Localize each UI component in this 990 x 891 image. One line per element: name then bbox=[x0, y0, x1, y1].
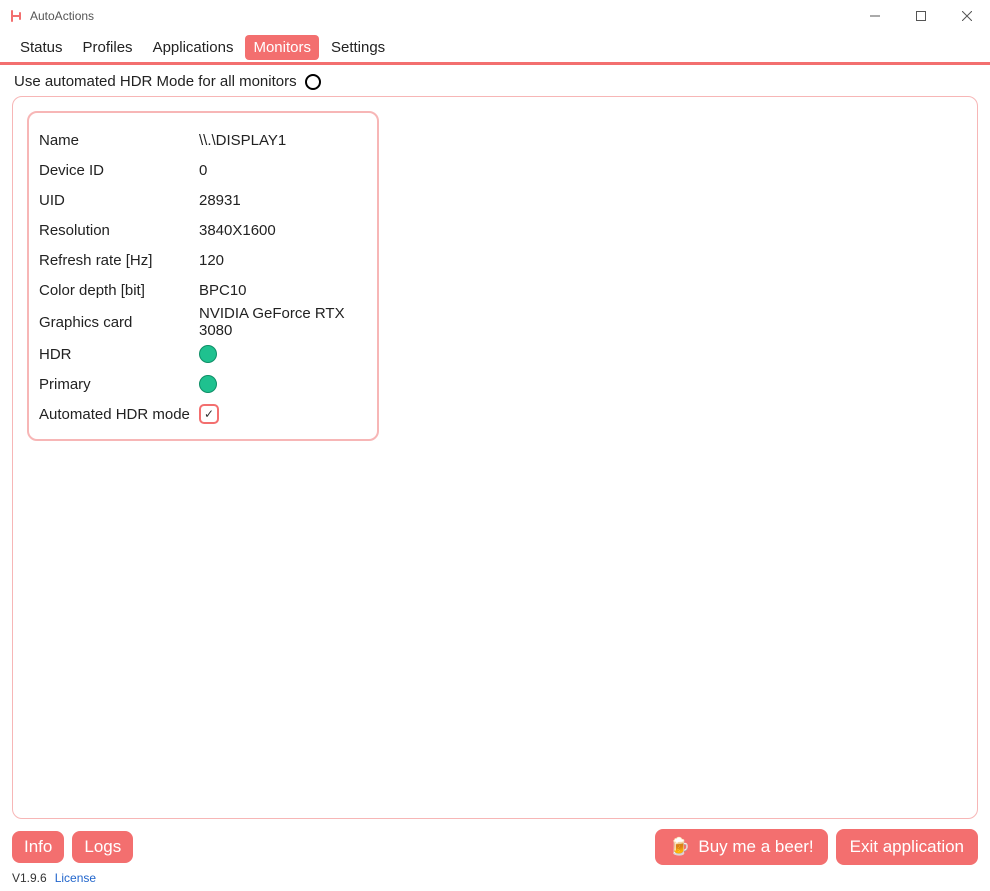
version-label: V1.9.6 bbox=[12, 871, 47, 885]
value-resolution: 3840X1600 bbox=[199, 222, 276, 239]
hdr-all-toggle[interactable] bbox=[305, 74, 321, 90]
row-resolution: Resolution 3840X1600 bbox=[39, 215, 367, 245]
titlebar: AutoActions bbox=[0, 0, 990, 32]
row-uid: UID 28931 bbox=[39, 185, 367, 215]
value-uid: 28931 bbox=[199, 192, 241, 209]
label-device-id: Device ID bbox=[39, 162, 199, 179]
label-primary: Primary bbox=[39, 376, 199, 393]
label-resolution: Resolution bbox=[39, 222, 199, 239]
value-color-depth: BPC10 bbox=[199, 282, 247, 299]
label-uid: UID bbox=[39, 192, 199, 209]
hdr-all-label: Use automated HDR Mode for all monitors bbox=[14, 73, 297, 90]
auto-hdr-checkbox[interactable]: ✓ bbox=[199, 404, 219, 424]
license-link[interactable]: License bbox=[55, 871, 96, 885]
window-controls bbox=[852, 0, 990, 32]
row-primary: Primary bbox=[39, 369, 367, 399]
row-gpu: Graphics card NVIDIA GeForce RTX 3080 bbox=[39, 305, 367, 339]
monitors-panel: Name \\.\DISPLAY1 Device ID 0 UID 28931 … bbox=[12, 96, 978, 819]
value-gpu: NVIDIA GeForce RTX 3080 bbox=[199, 305, 367, 339]
hdr-all-row: Use automated HDR Mode for all monitors bbox=[12, 73, 978, 90]
label-refresh: Refresh rate [Hz] bbox=[39, 252, 199, 269]
label-gpu: Graphics card bbox=[39, 314, 199, 331]
label-hdr: HDR bbox=[39, 346, 199, 363]
label-auto-hdr: Automated HDR mode bbox=[39, 406, 199, 423]
row-color-depth: Color depth [bit] BPC10 bbox=[39, 275, 367, 305]
tab-status[interactable]: Status bbox=[12, 35, 71, 60]
footer-buttons: Info Logs 🍺 Buy me a beer! Exit applicat… bbox=[0, 823, 990, 869]
value-device-id: 0 bbox=[199, 162, 207, 179]
tab-profiles[interactable]: Profiles bbox=[75, 35, 141, 60]
buy-beer-label: Buy me a beer! bbox=[698, 837, 813, 857]
buy-beer-button[interactable]: 🍺 Buy me a beer! bbox=[655, 829, 827, 865]
close-button[interactable] bbox=[944, 0, 990, 32]
beer-icon: 🍺 bbox=[669, 837, 690, 857]
exit-button[interactable]: Exit application bbox=[836, 829, 978, 865]
row-name: Name \\.\DISPLAY1 bbox=[39, 125, 367, 155]
value-name: \\.\DISPLAY1 bbox=[199, 132, 286, 149]
hdr-indicator-on bbox=[199, 345, 217, 363]
app-title: AutoActions bbox=[30, 9, 94, 23]
status-bar: V1.9.6 License bbox=[0, 869, 990, 891]
monitor-card: Name \\.\DISPLAY1 Device ID 0 UID 28931 … bbox=[27, 111, 379, 441]
row-refresh: Refresh rate [Hz] 120 bbox=[39, 245, 367, 275]
app-icon bbox=[8, 8, 24, 24]
value-refresh: 120 bbox=[199, 252, 224, 269]
row-device-id: Device ID 0 bbox=[39, 155, 367, 185]
primary-indicator-on bbox=[199, 375, 217, 393]
minimize-button[interactable] bbox=[852, 0, 898, 32]
tab-settings[interactable]: Settings bbox=[323, 35, 393, 60]
row-auto-hdr: Automated HDR mode ✓ bbox=[39, 399, 367, 429]
tab-applications[interactable]: Applications bbox=[145, 35, 242, 60]
info-button[interactable]: Info bbox=[12, 831, 64, 863]
row-hdr: HDR bbox=[39, 339, 367, 369]
label-color-depth: Color depth [bit] bbox=[39, 282, 199, 299]
tab-bar: Status Profiles Applications Monitors Se… bbox=[0, 32, 990, 62]
label-name: Name bbox=[39, 132, 199, 149]
logs-button[interactable]: Logs bbox=[72, 831, 133, 863]
content-area: Use automated HDR Mode for all monitors … bbox=[0, 65, 990, 823]
tab-monitors[interactable]: Monitors bbox=[245, 35, 319, 60]
maximize-button[interactable] bbox=[898, 0, 944, 32]
